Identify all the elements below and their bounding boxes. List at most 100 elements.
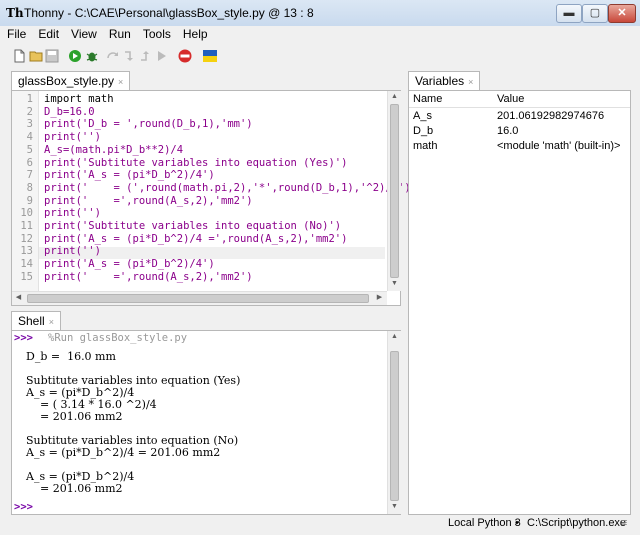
minimize-button[interactable]: ▬ [556,4,582,23]
step-out-icon[interactable] [138,49,152,63]
debug-icon[interactable] [85,49,99,63]
variable-name: A_s [413,110,432,122]
shell-output-line: = 201.06 mm2 [26,410,123,423]
resize-grip-icon[interactable]: ≡ [621,517,627,529]
menu-edit[interactable]: Edit [33,26,64,42]
line-number: 10 [20,207,33,220]
tab-shell-label: Shell [18,314,45,328]
shell-output-line: D_b = 16.0 mm [26,350,116,363]
close-button[interactable]: ✕ [608,4,636,23]
editor-vertical-scrollbar[interactable]: ▲ ▼ [387,91,401,291]
close-tab-icon[interactable]: × [468,77,473,87]
tab-editor-file[interactable]: glassBox_style.py × [11,71,131,91]
step-over-icon[interactable] [106,49,120,63]
title-bar: Th Thonny - C:\CAE\Personal\glassBox_sty… [0,0,640,27]
menu-bar: File Edit View Run Tools Help [0,26,640,42]
code-line[interactable]: print(' =',round(A_s,2),'mm2') [44,271,253,284]
code-line[interactable]: D_b=16.0 [44,106,95,119]
shell-input-prompt[interactable]: >>> [14,501,33,513]
line-number: 8 [26,181,33,194]
scroll-down-icon[interactable]: ▼ [388,278,401,290]
line-number: 14 [20,258,33,271]
scroll-thumb[interactable] [390,351,399,501]
interpreter-label[interactable]: Local Python 3 [448,517,521,529]
variables-header: Name Value [409,91,630,108]
code-line[interactable]: print('') [44,207,101,220]
scroll-right-icon[interactable]: ▶ [373,292,386,304]
code-line[interactable]: print('') [44,245,101,258]
column-header-name[interactable]: Name [413,92,442,106]
maximize-button[interactable]: ▢ [582,4,608,23]
line-number: 9 [26,194,33,207]
tab-editor-label: glassBox_style.py [18,74,115,88]
code-line[interactable]: print(' = (',round(math.pi,2),'*',round(… [44,182,411,195]
code-line[interactable]: print('') [44,131,101,144]
column-header-value[interactable]: Value [497,92,524,106]
step-into-icon[interactable] [122,49,136,63]
scroll-up-icon[interactable]: ▲ [388,91,401,103]
new-file-icon[interactable] [12,49,26,63]
line-number: 5 [26,143,33,156]
variable-value: 201.06192982974676 [497,110,605,122]
scroll-left-icon[interactable]: ◀ [12,292,25,304]
menu-help[interactable]: Help [178,26,213,42]
scroll-thumb[interactable] [390,104,399,278]
stop-icon[interactable] [178,49,192,63]
code-line[interactable]: print('D_b = ',round(D_b,1),'mm') [44,118,253,131]
line-number-gutter: 1 2 3 4 5 6 7 8 9 10 11 12 13 14 15 [12,91,39,291]
menu-view[interactable]: View [66,26,102,42]
code-line[interactable]: print('Subtitute variables into equation… [44,220,341,233]
menu-tools[interactable]: Tools [138,26,176,42]
save-icon[interactable] [45,49,59,63]
line-number: 1 [26,93,33,105]
ukraine-flag-icon [203,50,217,62]
scroll-down-icon[interactable]: ▼ [388,501,401,513]
variable-name: D_b [413,125,434,137]
interpreter-path[interactable]: C:\Script\python.exe [527,517,626,529]
shell-prompt: >>> [14,332,33,344]
status-bar: Local Python 3 • C:\Script\python.exe ≡ [0,514,640,535]
code-line[interactable]: import math [44,93,114,106]
horizontal-scroll-thumb[interactable] [27,294,369,303]
line-number: 11 [20,220,33,232]
tab-shell[interactable]: Shell × [11,311,61,331]
menu-run[interactable]: Run [104,26,136,42]
menu-file[interactable]: File [2,26,31,42]
line-number: 4 [26,131,33,144]
variables-panel: Name Value A_s 201.06192982974676 D_b 16… [408,90,631,515]
line-number: 7 [26,169,33,182]
variable-value: 16.0 [497,125,519,137]
code-line[interactable]: print('A_s = (pi*D_b^2)/4') [44,258,215,271]
line-number: 12 [20,232,33,245]
resume-icon[interactable] [155,49,169,63]
line-number: 3 [26,118,33,131]
shell-output-line: = 201.06 mm2 [26,482,123,495]
run-icon[interactable] [68,49,82,63]
close-tab-icon[interactable]: × [49,317,54,327]
scroll-up-icon[interactable]: ▲ [388,331,401,343]
code-line[interactable]: print('Subtitute variables into equation… [44,157,347,170]
code-line[interactable]: print(' =',round(A_s,2),'mm2') [44,195,253,208]
line-number: 2 [26,105,33,118]
line-number: 15 [20,270,33,283]
thonny-logo-icon: Th [6,6,24,20]
tab-variables-label: Variables [415,74,465,88]
variable-value: <module 'math' (built-in)> [497,140,621,152]
shell-run-command: %Run glassBox_style.py [48,332,188,344]
shell-console[interactable]: >>> %Run glassBox_style.py D_b = 16.0 mm… [11,330,401,515]
code-line[interactable]: A_s=(math.pi*D_b**2)/4 [44,144,183,157]
code-line[interactable]: print('A_s = (pi*D_b^2)/4 =',round(A_s,2… [44,233,347,246]
window-title: Thonny - C:\CAE\Personal\glassBox_style.… [24,6,314,20]
line-number: 13 [20,245,33,258]
tab-variables[interactable]: Variables × [408,71,481,91]
shell-output-line: A_s = (pi*D_b^2)/4 = 201.06 mm2 [26,446,221,459]
line-number: 6 [26,156,33,169]
toolbar [0,44,640,68]
code-editor[interactable]: 1 2 3 4 5 6 7 8 9 10 11 12 13 14 15 import math D_b=16.… [11,90,411,306]
open-file-icon[interactable] [29,49,43,63]
code-line[interactable]: print('A_s = (pi*D_b^2)/4') [44,169,215,182]
editor-horizontal-scrollbar[interactable]: ◀ ▶ [12,291,387,305]
close-tab-icon[interactable]: × [118,77,123,87]
shell-vertical-scrollbar[interactable]: ▲ ▼ [387,331,401,514]
variable-name: math [413,140,438,152]
